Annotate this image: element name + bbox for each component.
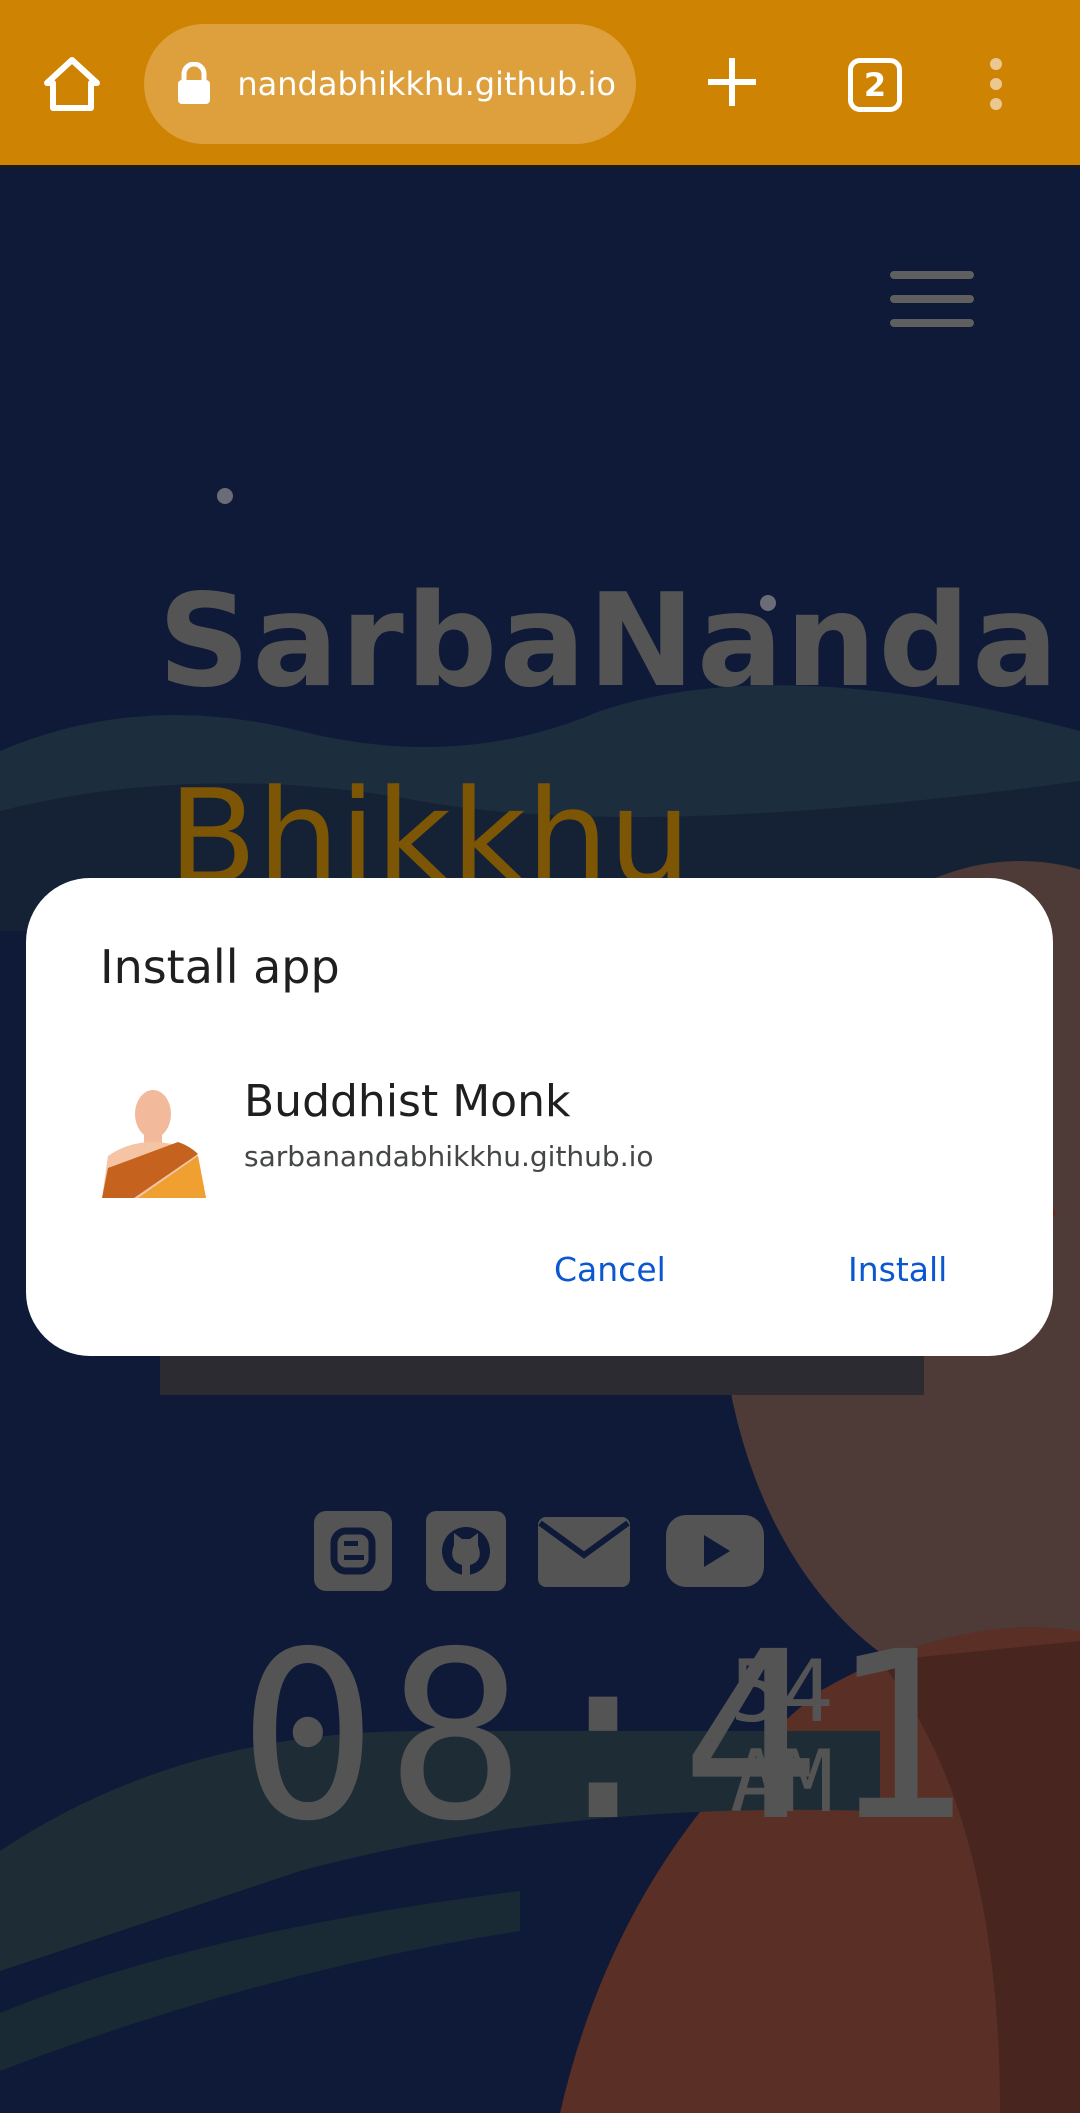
browser-toolbar: sarbanandabhikkhu.github.io 2 <box>0 0 1080 168</box>
tab-switcher-icon[interactable]: 2 <box>848 58 902 112</box>
url-text[interactable]: sarbanandabhikkhu.github.io <box>240 24 616 144</box>
overflow-menu-icon[interactable] <box>984 56 1008 112</box>
dialog-title: Install app <box>100 940 340 994</box>
cancel-button[interactable]: Cancel <box>542 1242 678 1297</box>
monk-app-icon <box>102 1090 206 1198</box>
install-app-dialog: Install app Buddhist Monk sarbanandabhik… <box>26 878 1053 1356</box>
app-name: Buddhist Monk <box>244 1076 571 1127</box>
address-bar[interactable]: sarbanandabhikkhu.github.io <box>144 24 636 144</box>
app-url: sarbanandabhikkhu.github.io <box>244 1140 654 1173</box>
lock-icon <box>178 62 210 104</box>
home-icon[interactable] <box>36 50 108 118</box>
new-tab-plus-icon[interactable] <box>704 54 760 110</box>
install-button[interactable]: Install <box>836 1242 959 1297</box>
